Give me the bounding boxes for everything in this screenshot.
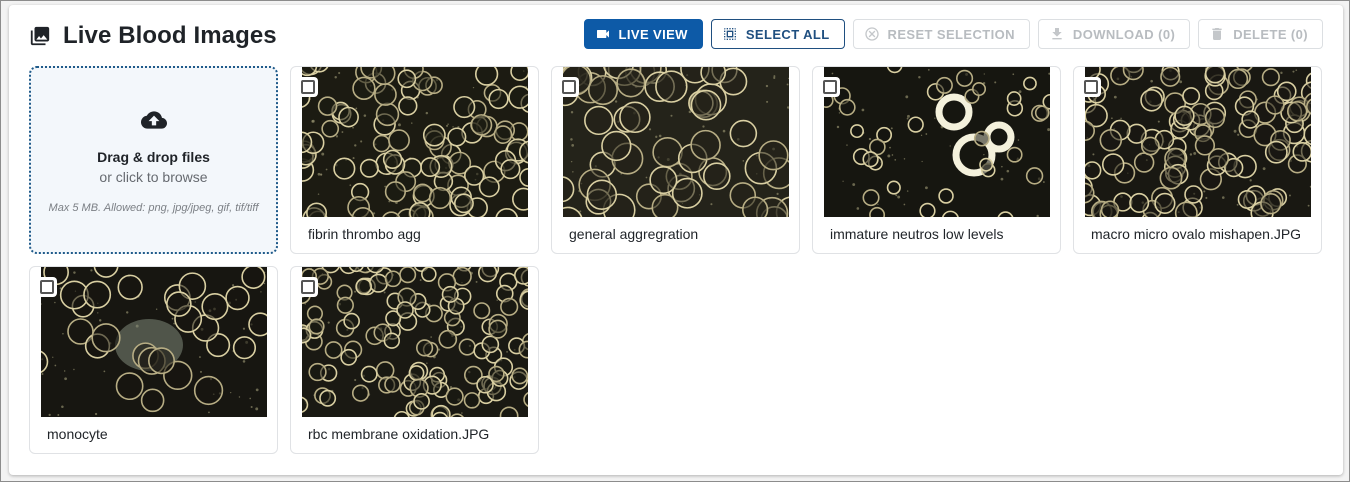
- live-view-label: LIVE VIEW: [618, 26, 688, 42]
- image-select-checkbox[interactable]: [1081, 77, 1101, 97]
- image-card[interactable]: macro micro ovalo mishapen.JPG: [1073, 66, 1322, 254]
- image-thumbnail[interactable]: [824, 67, 1050, 217]
- microscope-image: [824, 67, 1050, 217]
- download-label: DOWNLOAD (0): [1072, 26, 1176, 42]
- live-view-button[interactable]: LIVE VIEW: [583, 19, 703, 49]
- page-title: Live Blood Images: [63, 22, 277, 49]
- image-caption: general aggregration: [569, 226, 699, 242]
- microscope-image: [41, 267, 267, 417]
- toolbar: LIVE VIEW SELECT ALL RESET SELECTION DOW…: [583, 19, 1323, 49]
- photo-library-icon: [30, 26, 50, 46]
- image-thumbnail[interactable]: [563, 67, 789, 217]
- microscope-image: [563, 67, 789, 217]
- image-select-checkbox[interactable]: [37, 277, 57, 297]
- image-card[interactable]: immature neutros low levels: [812, 66, 1061, 254]
- image-card[interactable]: rbc membrane oxidation.JPG: [290, 266, 539, 454]
- select-all-label: SELECT ALL: [745, 26, 830, 42]
- download-button[interactable]: DOWNLOAD (0): [1037, 19, 1191, 49]
- upload-subtitle: or click to browse: [99, 169, 208, 185]
- image-card[interactable]: general aggregration: [551, 66, 800, 254]
- image-card[interactable]: fibrin thrombo agg: [290, 66, 539, 254]
- image-thumbnail[interactable]: [302, 67, 528, 217]
- upload-title: Drag & drop files: [97, 149, 210, 165]
- reset-selection-button[interactable]: RESET SELECTION: [852, 19, 1030, 49]
- image-select-checkbox[interactable]: [559, 77, 579, 97]
- cancel-circle-icon: [864, 27, 879, 41]
- image-caption: immature neutros low levels: [830, 226, 1004, 242]
- cloud-upload-icon: [140, 111, 167, 129]
- image-caption: monocyte: [47, 426, 108, 442]
- select-all-button[interactable]: SELECT ALL: [710, 19, 845, 49]
- trash-icon: [1212, 28, 1222, 40]
- microscope-image: [1085, 67, 1311, 217]
- microscope-image: [302, 67, 528, 217]
- download-icon: [1052, 28, 1062, 40]
- image-thumbnail[interactable]: [302, 267, 528, 417]
- header: Live Blood Images: [29, 21, 277, 51]
- reset-selection-label: RESET SELECTION: [887, 26, 1015, 42]
- image-thumbnail[interactable]: [41, 267, 267, 417]
- image-card[interactable]: monocyte: [29, 266, 278, 454]
- select-all-icon: [723, 28, 736, 40]
- image-caption: rbc membrane oxidation.JPG: [308, 426, 490, 442]
- delete-button[interactable]: DELETE (0): [1198, 19, 1323, 49]
- image-select-checkbox[interactable]: [298, 277, 318, 297]
- delete-label: DELETE (0): [1233, 26, 1308, 42]
- image-caption: macro micro ovalo mishapen.JPG: [1091, 226, 1302, 242]
- image-select-checkbox[interactable]: [298, 77, 318, 97]
- microscope-image: [302, 267, 528, 417]
- images-panel: Live Blood Images LIVE VIEW SELECT ALL R…: [9, 5, 1343, 475]
- image-thumbnail[interactable]: [1085, 67, 1311, 217]
- upload-dropzone[interactable]: Drag & drop files or click to browse Max…: [29, 66, 278, 254]
- image-select-checkbox[interactable]: [820, 77, 840, 97]
- app-frame: Live Blood Images LIVE VIEW SELECT ALL R…: [0, 0, 1350, 482]
- videocam-icon: [596, 30, 609, 38]
- upload-hint: Max 5 MB. Allowed: png, jpg/jpeg, gif, t…: [48, 202, 259, 214]
- image-caption: fibrin thrombo agg: [308, 226, 421, 242]
